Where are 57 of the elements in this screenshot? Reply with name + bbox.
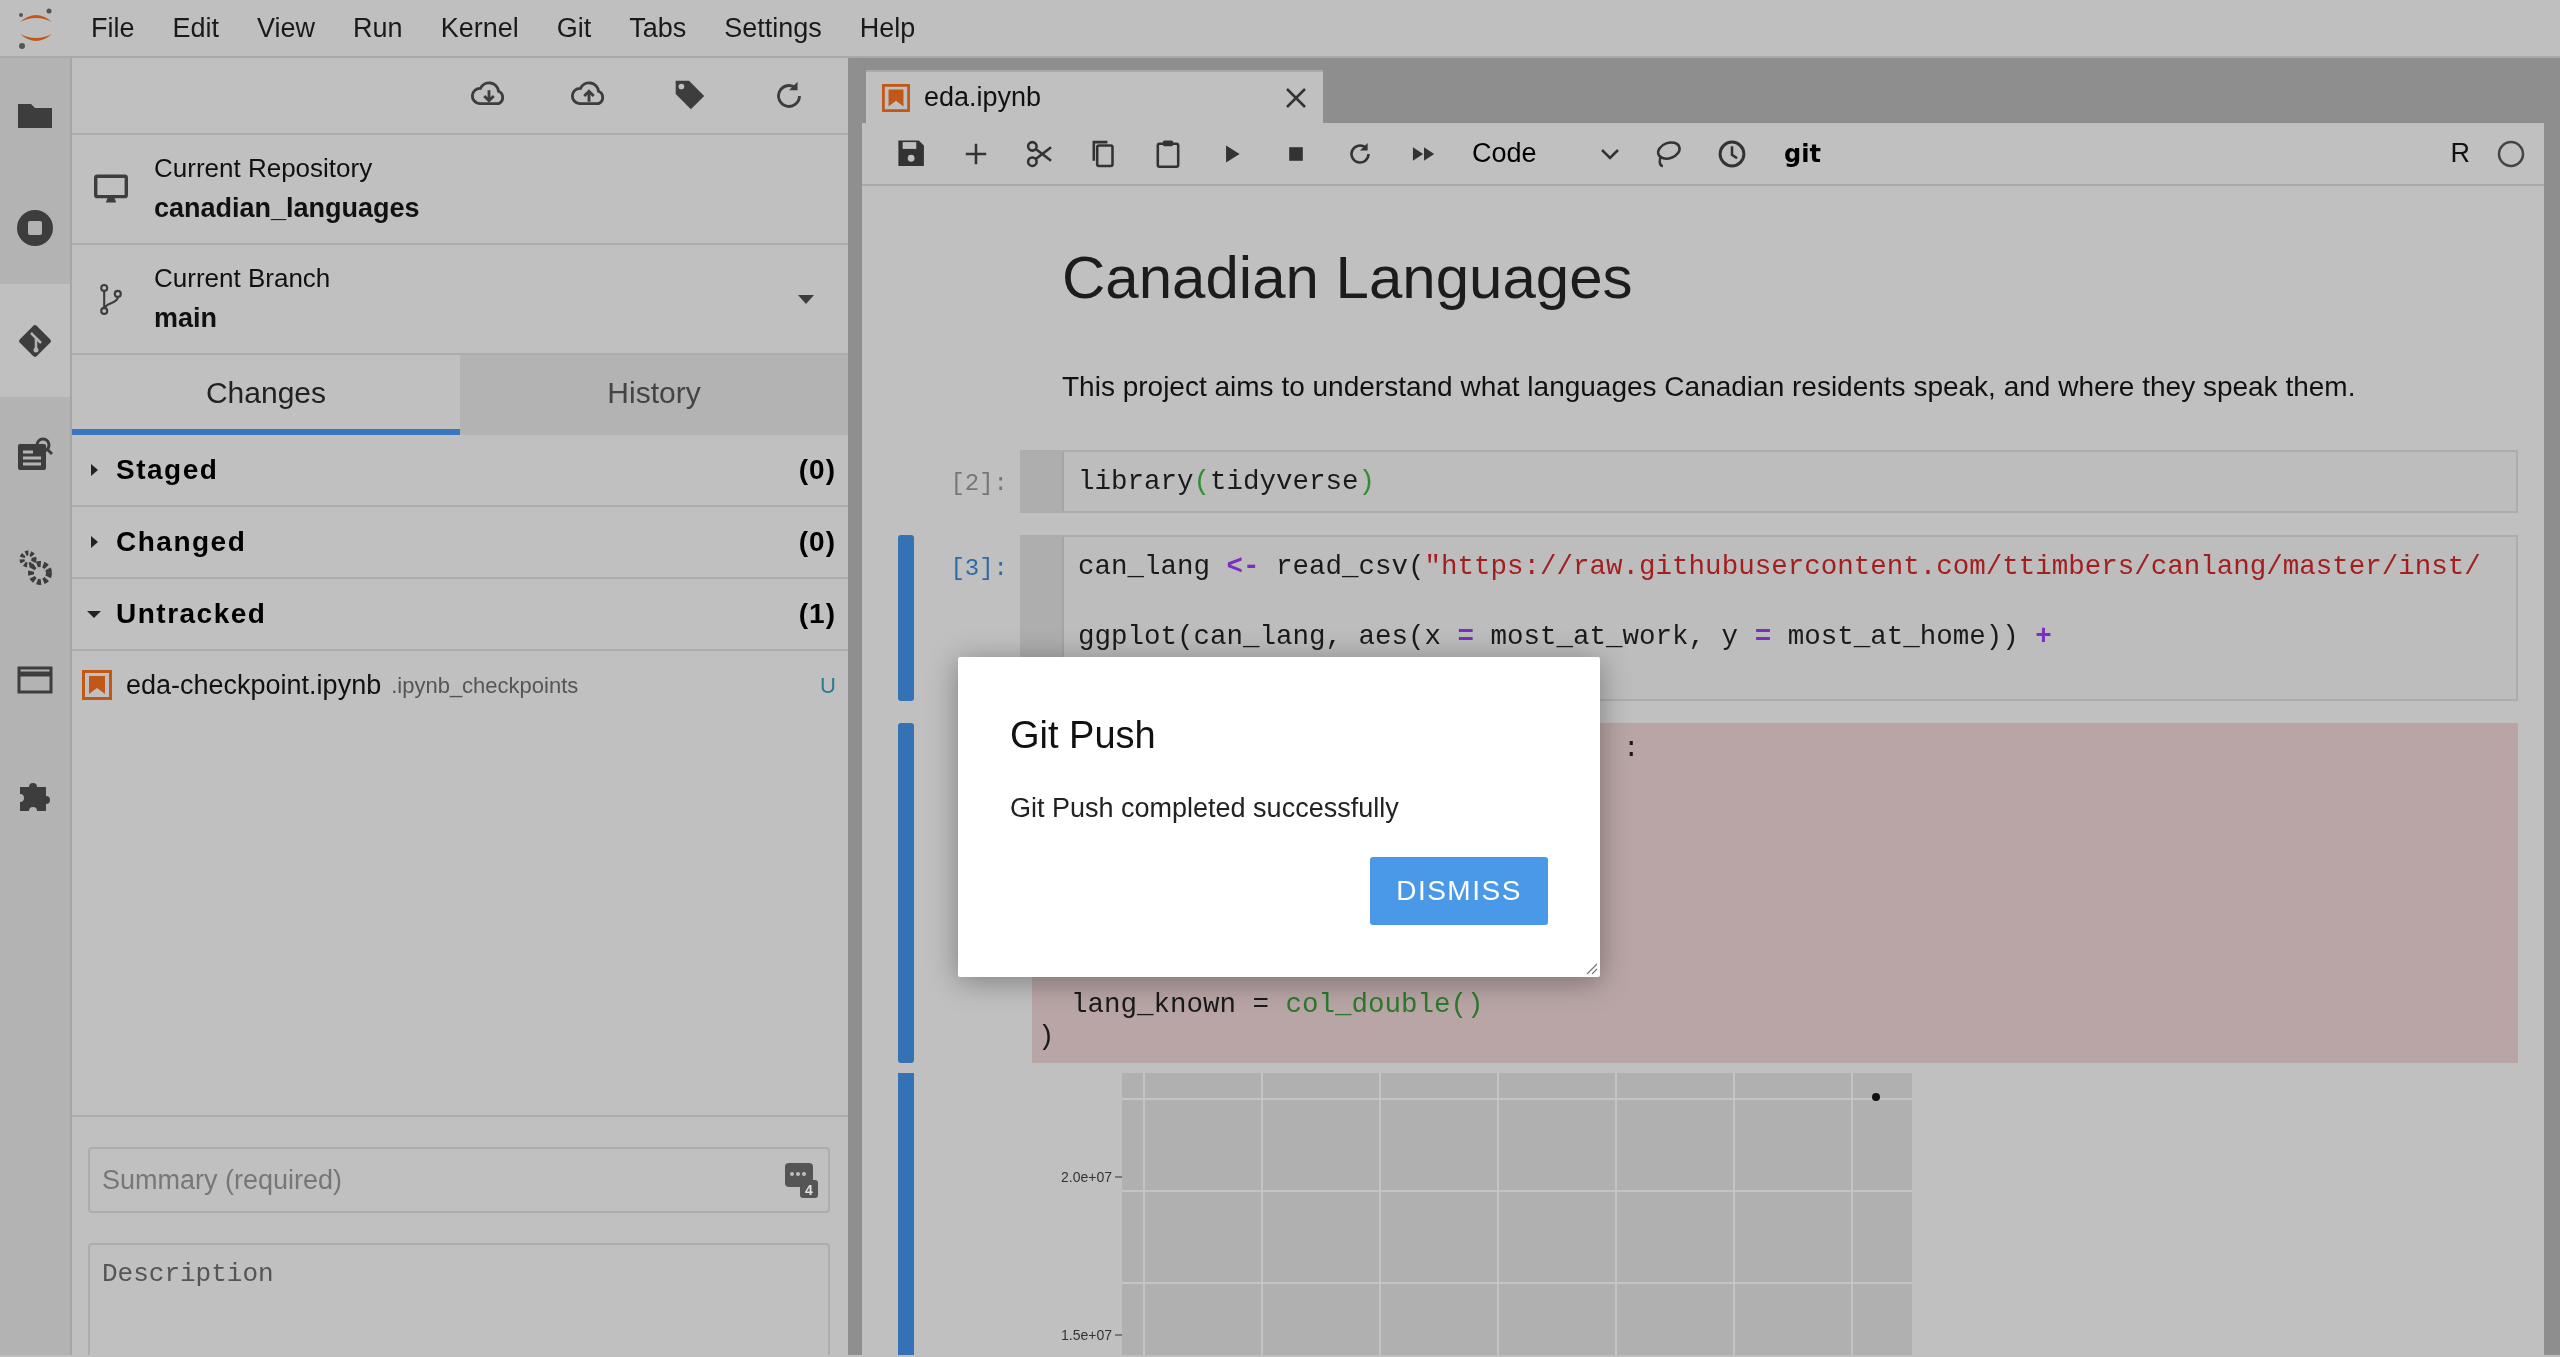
menu-item[interactable]: Run	[334, 7, 422, 49]
menu-item[interactable]: Kernel	[421, 7, 538, 49]
menu-item[interactable]: Edit	[153, 7, 239, 49]
data-point	[1872, 1093, 1880, 1101]
close-icon[interactable]	[1285, 86, 1307, 109]
axis-tick-label: 2.0e+07	[1061, 1169, 1112, 1185]
dialog-message: Git Push completed successfully	[1010, 792, 1400, 825]
summary-field[interactable]: Summary (required) 4	[88, 1147, 830, 1213]
dialog-title: Git Push	[1010, 713, 1157, 758]
notebook-heading: Canadian Languages	[1062, 243, 1634, 313]
tab-title: eda.ipynb	[924, 81, 1042, 115]
cell-prompt: [3]:	[949, 554, 1009, 584]
notebook-file-icon	[882, 83, 910, 112]
file-status: U	[820, 671, 836, 700]
cell-gutter	[1022, 452, 1064, 511]
menu-item[interactable]: Git	[537, 7, 611, 49]
menu-item[interactable]: Settings	[705, 7, 841, 49]
code-line: ggplot(can_lang, aes(x = most_at_work, y = most_at_home)) +	[1078, 620, 2053, 654]
cell-prompt: [2]:	[949, 469, 1009, 499]
code-cell[interactable]: library(tidyverse)	[1020, 450, 2518, 513]
panel-tab[interactable]: History	[460, 355, 848, 435]
notebook-file-icon	[82, 670, 112, 700]
menu-item[interactable]: File	[72, 7, 154, 49]
code-line: :	[1623, 733, 1641, 765]
description-field[interactable]: Description	[88, 1243, 830, 1355]
file-name[interactable]: eda-checkpoint.ipynb	[126, 664, 382, 706]
menu-item[interactable]: Tabs	[610, 7, 706, 49]
cell-type-dropdown[interactable]: Code	[1456, 130, 1626, 177]
monitor-icon	[94, 172, 128, 206]
git-button[interactable]: git	[1778, 134, 1827, 173]
sidebar-tab[interactable]	[0, 284, 70, 397]
tick-mark	[1114, 1334, 1123, 1336]
code-line: can_lang <- read_csv("https://raw.githubusercontent.com/ttimbers/canlang/master/inst/	[1078, 550, 2481, 584]
stop-circle-icon	[15, 207, 55, 248]
notebook-paragraph: This project aims to understand what languages Canadian residents speak, and where they speak them.	[1062, 370, 2357, 404]
notebook-tab[interactable]: eda.ipynb	[866, 70, 1323, 123]
section-header[interactable]: Untracked (1)	[72, 579, 848, 651]
code-line: library(tidyverse)	[1078, 465, 1376, 499]
section-header[interactable]: Changed (0)	[72, 507, 848, 579]
section-label: Current Branch	[154, 262, 331, 296]
kernel-status-icon	[2496, 138, 2526, 169]
code-line: )	[1038, 1021, 1056, 1053]
section-header[interactable]: Staged (0)	[72, 435, 848, 507]
kernel-name: R	[2450, 137, 2470, 171]
code-line: lang_known = col_double()	[1070, 989, 1485, 1021]
file-path: .ipynb_checkpoints	[391, 671, 579, 700]
caret-icon	[798, 294, 814, 305]
menu-item[interactable]: Help	[840, 7, 935, 49]
section-value: main	[154, 302, 219, 336]
code-cell[interactable]: can_lang <- read_csv("https://raw.githubusercontent.com/ttimbers/canlang/master/inst/ ggplot(can_lang, aes(x = most_at_work, y = most_at_home)) +	[1020, 535, 2518, 701]
chevron-down-icon	[1600, 147, 1620, 160]
section-label: Current Repository	[154, 152, 374, 186]
tick-mark	[1114, 1176, 1123, 1178]
resize-grip-icon	[1586, 963, 1598, 975]
axis-tick-label: 1.5e+07	[1061, 1327, 1112, 1343]
section-value: canadian_languages	[154, 192, 420, 226]
menu-item[interactable]: View	[238, 7, 335, 49]
